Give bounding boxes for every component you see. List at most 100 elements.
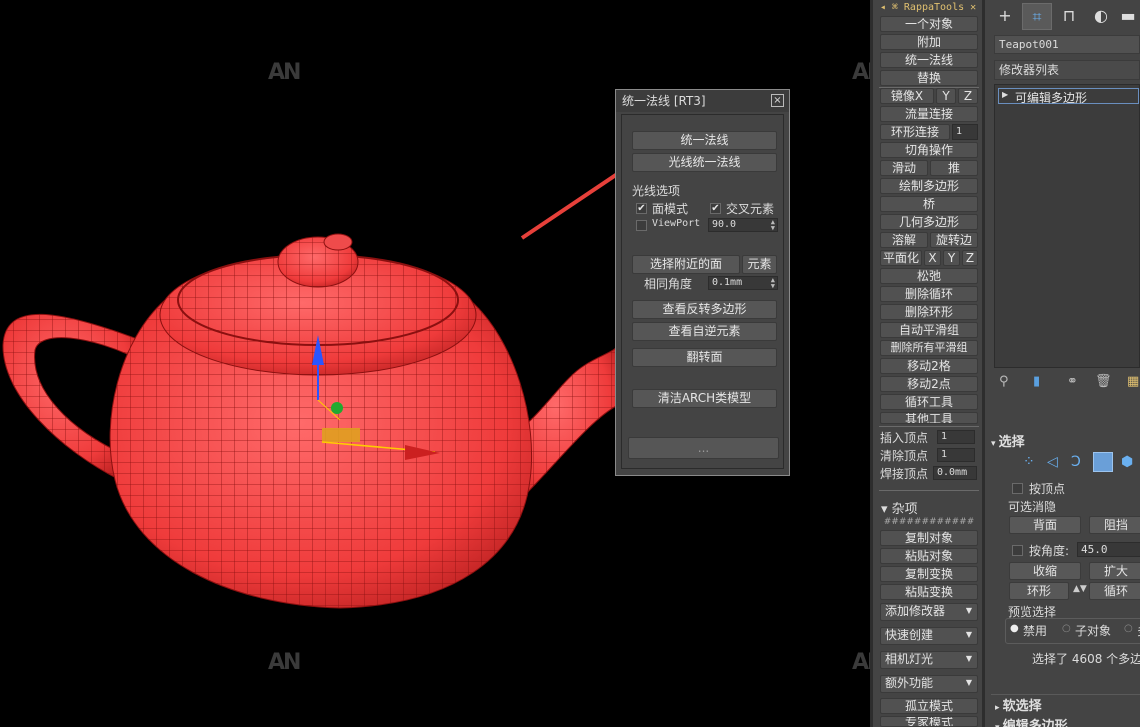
by-angle-spinner[interactable]: 45.0 (1077, 542, 1140, 557)
paste-transform-button[interactable]: 粘贴变换 (880, 584, 978, 600)
dissolve-button[interactable]: 溶解 (880, 232, 928, 248)
planarize-button[interactable]: 平面化 (880, 250, 922, 266)
planarize-z-button[interactable]: Z (962, 250, 978, 266)
display-tab-icon[interactable]: ▬ (1116, 3, 1140, 30)
soft-selection-rollout[interactable]: ▸ 软选择 (995, 695, 1042, 714)
expert-mode-button[interactable]: 专家模式 (880, 716, 978, 727)
ray-unify-normals-button[interactable]: 光线统一法线 (632, 153, 777, 172)
modifier-list-dropdown[interactable]: 修改器列表 (994, 60, 1140, 80)
slide-button[interactable]: 滑动 (880, 160, 928, 176)
command-panel[interactable]: + ⌗ ⊓ ◐ ▬ Teapot001 修改器列表 ▶ 可编辑多边形 ⚲ ▮ ⚭… (982, 0, 1140, 727)
insert-vertex-spinner[interactable]: 1 (937, 430, 975, 444)
quick-create-dropdown[interactable]: 快速创建 ▼ (880, 627, 978, 645)
ring-connect-button[interactable]: 环形连接 (880, 124, 950, 140)
border-icon[interactable]: Ↄ (1071, 454, 1081, 470)
move-2-point-button[interactable]: 移动2点 (880, 376, 978, 392)
radio-selected-icon[interactable]: ● (1010, 623, 1019, 634)
spinner-arrows-icon[interactable]: ▲ ▼ (771, 219, 775, 232)
replace-button[interactable]: 替换 (880, 70, 978, 86)
element-button[interactable]: 元素 (742, 255, 777, 274)
relax-button[interactable]: 松弛 (880, 268, 978, 284)
radio-unselected-icon[interactable]: ○ (1124, 623, 1133, 634)
remove-modifier-icon[interactable]: 🗑 (1095, 374, 1112, 389)
ring-connect-spinner[interactable]: 1 (952, 124, 978, 140)
mirror-x-button[interactable]: 镜像X (880, 88, 934, 104)
spinner-arrows-icon[interactable]: ▲ ▼ (771, 277, 775, 290)
element-icon[interactable]: ⬢ (1121, 454, 1133, 470)
occluded-button[interactable]: 阻挡 (1089, 516, 1140, 534)
by-angle-checkbox[interactable] (1012, 545, 1023, 556)
close-icon[interactable]: × (771, 94, 784, 107)
unify-normals-tool-button[interactable]: 统一法线 (880, 52, 978, 68)
move-2-grid-button[interactable]: 移动2格 (880, 358, 978, 374)
configure-sets-icon[interactable]: ▦ (1127, 374, 1139, 389)
ring-button[interactable]: 环形 (1009, 582, 1069, 600)
camera-light-dropdown[interactable]: 相机灯光 ▼ (880, 651, 978, 669)
ring-spinner-icon[interactable]: ▲▼ (1073, 584, 1087, 594)
viewport-angle-spinner[interactable]: 90.0 ▲ ▼ (708, 218, 778, 232)
select-nearby-faces-button[interactable]: 选择附近的面 (632, 255, 740, 274)
one-object-button[interactable]: 一个对象 (880, 16, 978, 32)
draw-poly-button[interactable]: 绘制多边形 (880, 178, 978, 194)
bridge-button[interactable]: 桥 (880, 196, 978, 212)
clear-smoothing-button[interactable]: 删除所有平滑组 (880, 340, 978, 356)
copy-transform-button[interactable]: 复制变换 (880, 566, 978, 582)
planarize-y-button[interactable]: Y (943, 250, 960, 266)
by-vertex-checkbox[interactable] (1012, 483, 1023, 494)
unify-normals-dialog[interactable]: 统一法线 [RT3] × 统一法线 光线统一法线 光线选项 ✔ 面模式 ✔ 交叉… (615, 89, 790, 476)
mirror-y-button[interactable]: Y (936, 88, 956, 104)
remove-ring-button[interactable]: 删除环形 (880, 304, 978, 320)
view-self-reversed-elements-button[interactable]: 查看自逆元素 (632, 322, 777, 341)
paste-object-button[interactable]: 粘贴对象 (880, 548, 978, 564)
object-name-field[interactable]: Teapot001 (994, 35, 1140, 54)
selection-rollout-header[interactable]: ▾ 选择 (991, 431, 1140, 450)
misc-section-header[interactable]: ▾ 杂项 (881, 498, 979, 517)
attach-button[interactable]: 附加 (880, 34, 978, 50)
weld-vertex-spinner[interactable]: 0.0mm (933, 466, 977, 480)
radio-unselected-icon[interactable]: ○ (1062, 623, 1071, 634)
edge-icon[interactable]: ◁ (1047, 454, 1058, 470)
add-modifier-dropdown[interactable]: 添加修改器 ▼ (880, 603, 978, 621)
expand-arrow-icon[interactable]: ▶ (1002, 90, 1008, 99)
clear-vertex-spinner[interactable]: 1 (937, 448, 975, 462)
hierarchy-tab-icon[interactable]: ⊓ (1054, 3, 1084, 30)
unify-normals-button[interactable]: 统一法线 (632, 131, 777, 150)
mirror-z-button[interactable]: Z (958, 88, 978, 104)
rappatools-panel[interactable]: ◂ ⌘ RappaTools ✕ ▸ 一个对象 附加 统一法线 替换 镜像X Y… (870, 0, 982, 727)
collapse-icon[interactable]: ◂ ⌘ (880, 2, 904, 13)
push-button[interactable]: 推 (930, 160, 978, 176)
geo-poly-button[interactable]: 几何多边形 (880, 214, 978, 230)
cross-elements-checkbox[interactable]: ✔ (710, 203, 721, 214)
viewport-checkbox[interactable] (636, 220, 647, 231)
modify-tab-icon[interactable]: ⌗ (1022, 3, 1052, 30)
shrink-button[interactable]: 收缩 (1009, 562, 1081, 580)
copy-object-button[interactable]: 复制对象 (880, 530, 978, 546)
flow-connect-button[interactable]: 流量连接 (880, 106, 978, 122)
edit-polygons-rollout[interactable]: ▾ 编辑多边形 (995, 715, 1068, 727)
clean-arch-models-button[interactable]: 清洁ARCH类模型 (632, 389, 777, 408)
planarize-x-button[interactable]: X (924, 250, 941, 266)
more-button[interactable]: ... (628, 437, 779, 459)
show-end-result-icon[interactable]: ▮ (1033, 374, 1040, 389)
extra-features-dropdown[interactable]: 额外功能 ▼ (880, 675, 978, 693)
chamfer-button[interactable]: 切角操作 (880, 142, 978, 158)
grow-button[interactable]: 扩大 (1089, 562, 1140, 580)
isolate-mode-button[interactable]: 孤立模式 (880, 698, 978, 714)
create-tab-icon[interactable]: + (990, 3, 1020, 30)
loop-tools-button[interactable]: 循环工具 (880, 394, 978, 410)
face-mode-checkbox[interactable]: ✔ (636, 203, 647, 214)
view-reversed-polys-button[interactable]: 查看反转多边形 (632, 300, 777, 319)
make-unique-icon[interactable]: ⚭ (1067, 374, 1078, 389)
rotate-edge-button[interactable]: 旋转边 (930, 232, 978, 248)
auto-smooth-button[interactable]: 自动平滑组 (880, 322, 978, 338)
vertex-icon[interactable]: ⁘ (1023, 454, 1035, 470)
flip-faces-button[interactable]: 翻转面 (632, 348, 777, 367)
remove-loop-button[interactable]: 删除循环 (880, 286, 978, 302)
backface-button[interactable]: 背面 (1009, 516, 1081, 534)
modifier-stack[interactable]: ▶ 可编辑多边形 (994, 84, 1140, 368)
loop-button[interactable]: 循环 (1089, 582, 1140, 600)
same-angle-spinner[interactable]: 0.1mm ▲ ▼ (708, 276, 778, 290)
motion-tab-icon[interactable]: ◐ (1086, 3, 1116, 30)
pin-stack-icon[interactable]: ⚲ (999, 374, 1009, 389)
polygon-icon[interactable] (1093, 452, 1113, 472)
